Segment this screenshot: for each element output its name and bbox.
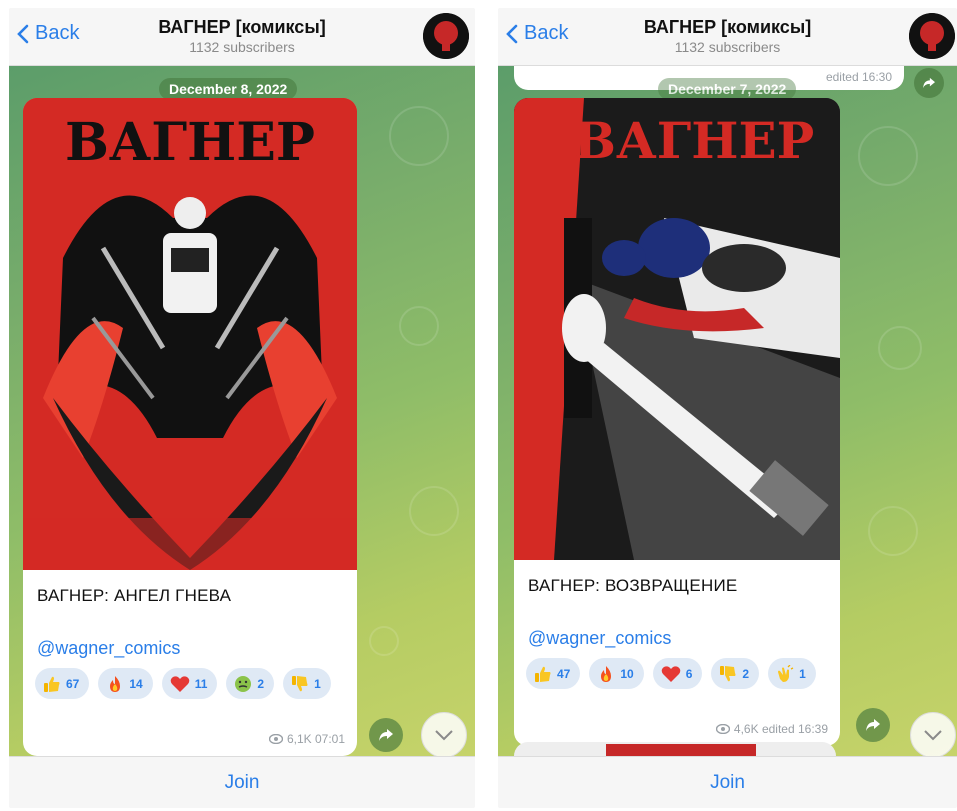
post-meta: 6,1K 07:01 <box>268 732 345 746</box>
join-bar: Join <box>498 756 957 808</box>
reaction-count: 2 <box>742 666 750 681</box>
reaction-fire[interactable]: 14 <box>98 668 153 699</box>
join-button[interactable]: Join <box>710 772 745 794</box>
join-button[interactable]: Join <box>225 772 260 794</box>
reaction-thumbs-down[interactable]: 2 <box>711 658 760 689</box>
chat-header: Back ВАГНЕР [комиксы] 1132 subscribers <box>498 8 957 66</box>
reactions-list: 47 10 6 2 1 <box>526 658 832 689</box>
share-button[interactable] <box>856 708 890 742</box>
comic-cover-image[interactable]: ВАГНЕР <box>514 98 840 560</box>
chat-background: December 8, 2022 ВАГНЕР ВАГНЕР: АНГЕЛ ГН… <box>9 66 475 756</box>
reaction-count: 1 <box>799 666 806 681</box>
chevron-down-icon <box>924 730 942 741</box>
channel-avatar[interactable] <box>909 13 955 59</box>
cover-title: ВАГНЕР <box>574 111 814 170</box>
view-count: 4,6K <box>733 722 759 736</box>
chat-screen-right: edited 16:30 December 7, 2022 ВАГНЕР ВАГ… <box>498 8 957 808</box>
back-label: Back <box>35 22 80 44</box>
back-label: Back <box>524 22 569 44</box>
reaction-count: 67 <box>66 676 80 691</box>
chevron-down-icon <box>435 730 453 741</box>
reaction-thumbs-down[interactable]: 1 <box>283 668 331 699</box>
reaction-clapping-hands[interactable]: 1 <box>768 658 816 689</box>
reaction-count: 11 <box>194 676 208 691</box>
heart-icon <box>661 665 681 682</box>
reaction-heart[interactable]: 11 <box>161 668 218 699</box>
scroll-down-button[interactable] <box>910 712 956 756</box>
comic-cover-image[interactable]: ВАГНЕР <box>23 98 357 570</box>
post-meta: 4,6K edited 16:39 <box>715 722 828 736</box>
reaction-count: 6 <box>685 666 693 681</box>
channel-post[interactable]: ВАГНЕР ВАГНЕР: АНГЕЛ ГНЕВА @wagner_comic… <box>23 98 357 756</box>
share-button-previous[interactable] <box>914 68 944 98</box>
share-arrow-icon <box>379 729 393 741</box>
view-count: 6,1K <box>286 732 312 746</box>
post-caption: ВАГНЕР: ВОЗВРАЩЕНИЕ <box>528 576 738 595</box>
reaction-count: 1 <box>314 676 321 691</box>
date-separator: December 8, 2022 <box>159 78 298 100</box>
share-button[interactable] <box>369 718 403 752</box>
scroll-down-button[interactable] <box>421 712 467 756</box>
thumbs-down-icon <box>292 675 308 691</box>
reaction-thumbs-up[interactable]: 47 <box>526 658 581 689</box>
reaction-heart[interactable]: 6 <box>652 658 703 689</box>
fire-icon <box>601 665 612 682</box>
post-caption: ВАГНЕР: АНГЕЛ ГНЕВА <box>37 586 232 605</box>
channel-link[interactable]: @wagner_comics <box>37 638 180 659</box>
heart-icon <box>170 675 190 692</box>
chevron-left-icon <box>17 24 29 43</box>
previous-post-meta: edited 16:30 <box>825 70 892 84</box>
back-button[interactable]: Back <box>17 22 79 45</box>
views-eye-icon <box>268 734 283 744</box>
next-post-preview[interactable] <box>514 742 836 756</box>
chat-screen-left: December 8, 2022 ВАГНЕР ВАГНЕР: АНГЕЛ ГН… <box>9 8 475 808</box>
post-time: edited 16:39 <box>761 722 828 736</box>
reaction-count: 14 <box>129 676 143 691</box>
thumbs-down-icon <box>720 665 736 681</box>
fire-icon <box>110 675 121 692</box>
nauseated-face-icon <box>235 675 252 692</box>
channel-post[interactable]: ВАГНЕР ВАГНЕР: ВОЗВРАЩЕНИЕ @wagner_comic… <box>514 98 840 746</box>
reaction-thumbs-up[interactable]: 67 <box>35 668 90 699</box>
reaction-count: 10 <box>620 666 634 681</box>
reactions-list: 67 14 11 2 1 <box>35 668 351 699</box>
post-time: 07:01 <box>314 732 345 746</box>
reaction-fire[interactable]: 10 <box>589 658 644 689</box>
cover-title: ВАГНЕР <box>65 112 315 173</box>
date-separator: December 7, 2022 <box>658 78 797 100</box>
chat-header: Back ВАГНЕР [комиксы] 1132 subscribers <box>9 8 475 66</box>
thumbs-up-icon <box>44 676 60 692</box>
chevron-left-icon <box>506 24 518 43</box>
reaction-count: 2 <box>257 676 265 691</box>
back-button[interactable]: Back <box>506 22 568 45</box>
share-arrow-icon <box>866 719 880 731</box>
clapping-hands-icon <box>778 664 794 682</box>
views-eye-icon <box>715 724 730 734</box>
share-arrow-icon <box>923 77 935 89</box>
channel-avatar[interactable] <box>423 13 469 59</box>
reaction-nauseated-face[interactable]: 2 <box>226 668 275 699</box>
channel-link[interactable]: @wagner_comics <box>528 628 671 649</box>
join-bar: Join <box>9 756 475 808</box>
chat-background: edited 16:30 December 7, 2022 ВАГНЕР ВАГ… <box>498 66 957 756</box>
thumbs-up-icon <box>535 666 551 682</box>
reaction-count: 47 <box>557 666 571 681</box>
